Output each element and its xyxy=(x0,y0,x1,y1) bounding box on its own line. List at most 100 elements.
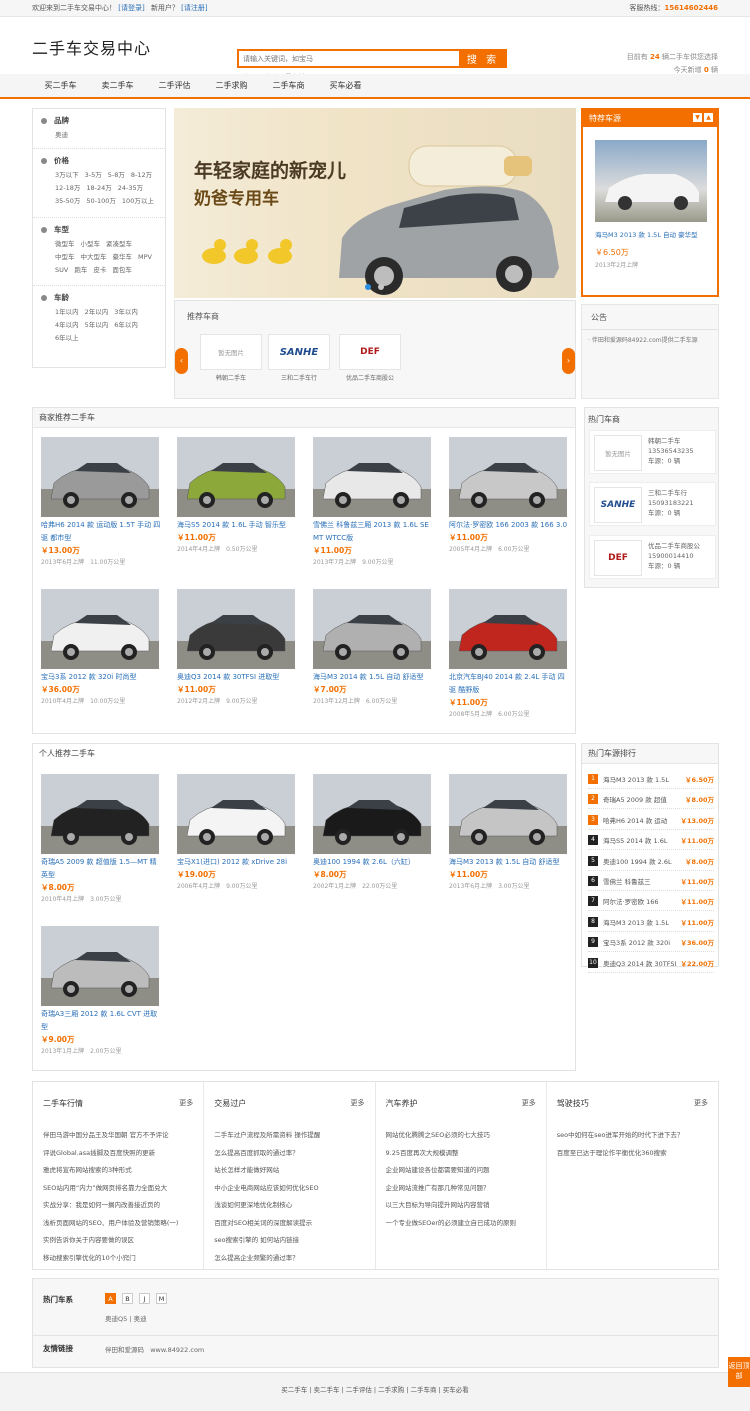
filter-option[interactable]: 4年以内 xyxy=(55,321,79,329)
car-card[interactable]: 阿尔法·罗密欧 166 2003 款 166 3.0 ￥11.00万 2005年4月… xyxy=(449,437,569,556)
car-card[interactable]: 宝马3系 2012 款 320i 时尚型 ￥36.00万 2010年4月上牌 10.… xyxy=(41,589,161,708)
filter-option[interactable]: 35-50万 xyxy=(55,197,80,205)
car-name[interactable]: 海马M3 2013 款 1.5L 自动 舒适型 xyxy=(449,856,569,869)
featured-name[interactable]: 海马M3 2013 款 1.5L 自动 豪华型 xyxy=(595,229,709,241)
car-card[interactable]: 奇瑞A3三厢 2012 款 1.6L CVT 进取型 ￥9.00万 2013年1月上… xyxy=(41,926,161,1058)
back-to-top-button[interactable]: 返回顶部 xyxy=(728,1357,750,1387)
filter-option[interactable]: 紧凑型车 xyxy=(106,240,132,248)
car-name[interactable]: 阿尔法·罗密欧 166 2003 款 166 3.0 xyxy=(449,519,569,532)
filter-option[interactable]: SUV xyxy=(55,266,68,274)
filter-option[interactable]: MPV xyxy=(138,253,152,261)
car-card[interactable]: 哈弗H6 2014 款 运动版 1.5T 手动 四驱 都市型 ￥13.00万 201… xyxy=(41,437,161,569)
car-name[interactable]: 海马S5 2014 款 1.6L 手动 智乐型 xyxy=(177,519,297,532)
register-link[interactable]: [请注册] xyxy=(181,4,207,12)
car-name[interactable]: 宝马3系 2012 款 320i 时尚型 xyxy=(41,671,161,684)
car-card[interactable]: 奇瑞A5 2009 款 超值版 1.5—MT 精英型 ￥8.00万 2010年4月上… xyxy=(41,774,161,906)
nav-buy[interactable]: 买二手车 xyxy=(32,74,89,97)
filter-option[interactable]: 3年以内 xyxy=(114,308,138,316)
filter-option[interactable]: 8-12万 xyxy=(131,171,152,179)
promo-banner[interactable]: 年轻家庭的新宠儿 奶爸专用车 xyxy=(174,108,576,298)
car-name[interactable]: 宝马X1(进口) 2012 款 xDrive 28i xyxy=(177,856,297,869)
prev-arrow-icon[interactable]: ‹ xyxy=(175,348,188,374)
filter-option[interactable]: 1年以内 xyxy=(55,308,79,316)
filter-option[interactable]: 奥迪 xyxy=(55,131,68,139)
car-name[interactable]: 奇瑞A5 2009 款 超值版 1.5—MT 精英型 xyxy=(41,856,161,882)
car-photo[interactable] xyxy=(41,589,159,669)
ranking-item[interactable]: 2 奇瑞A5 2009 款 超值 ￥8.00万 xyxy=(588,790,714,810)
news-item[interactable]: 企业网站流推广有那几种常见问题？ xyxy=(386,1180,536,1198)
hot-dealer-card[interactable]: SANHE 三和二手车行 15093183221 车源：0 辆 xyxy=(589,482,716,526)
nav-dealers[interactable]: 二手车商 xyxy=(260,74,317,97)
dealer-card[interactable]: 暂无图片 韩朝二手车 xyxy=(200,334,262,386)
nav-wanted[interactable]: 二手求购 xyxy=(203,74,260,97)
car-card[interactable]: 宝马X1(进口) 2012 款 xDrive 28i ￥19.00万 2006年4月… xyxy=(177,774,297,893)
car-card[interactable]: 海马M3 2013 款 1.5L 自动 舒适型 ￥11.00万 2013年6月上牌 … xyxy=(449,774,569,893)
friend-link[interactable]: 伴田和爱源码 xyxy=(105,1346,144,1354)
ranking-item[interactable]: 1 海马M3 2013 款 1.5L ￥6.50万 xyxy=(588,770,714,789)
news-item[interactable]: 百度对SEO相关词的深度解读提示 xyxy=(214,1215,364,1233)
car-name[interactable]: 奥迪Q3 2014 款 30TFSI 进取型 xyxy=(177,671,297,684)
news-item[interactable]: seo搜索引擎的 如何站内链接 xyxy=(214,1232,364,1250)
letter-tab[interactable]: B xyxy=(122,1293,133,1304)
news-item[interactable]: 雅虎将宣布网站搜索的3种形式 xyxy=(43,1162,193,1180)
news-item[interactable]: 移动搜索引擎优化的10个小窍门 xyxy=(43,1250,193,1268)
nav-evaluate[interactable]: 二手评估 xyxy=(146,74,203,97)
filter-option[interactable]: 3-5万 xyxy=(85,171,102,179)
car-photo[interactable] xyxy=(313,774,431,854)
filter-option[interactable]: 跑车 xyxy=(74,266,87,274)
filter-option[interactable]: 6年以内 xyxy=(114,321,138,329)
filter-option[interactable]: 5-8万 xyxy=(108,171,125,179)
news-item[interactable]: 浅谈如何更深地优化制核心 xyxy=(214,1197,364,1215)
ranking-item[interactable]: 8 海马M3 2013 款 1.5L ￥11.00万 xyxy=(588,913,714,932)
notice-item[interactable]: · 伴田和爱源码84922.com提供二手车源 xyxy=(582,330,718,344)
news-item[interactable]: 伴田马游中国分品王及华国朝 官方不予评论 xyxy=(43,1127,193,1145)
filter-option[interactable]: 5年以内 xyxy=(85,321,109,329)
car-name[interactable]: 哈弗H6 2014 款 运动版 1.5T 手动 四驱 都市型 xyxy=(41,519,161,545)
car-name[interactable]: 奥迪100 1994 款 2.6L（六缸） xyxy=(313,856,433,869)
filter-option[interactable]: 100万以上 xyxy=(122,197,154,205)
filter-option[interactable]: 12-18万 xyxy=(55,184,80,192)
car-photo[interactable] xyxy=(41,774,159,854)
news-item[interactable]: 中小企业电商网站应该如何优化SEO xyxy=(214,1180,364,1198)
car-photo[interactable] xyxy=(41,926,159,1006)
car-photo[interactable] xyxy=(177,774,295,854)
hot-dealer-card[interactable]: DEF 优品二手车商股公 15900014410 车源：0 辆 xyxy=(589,535,716,579)
car-photo[interactable] xyxy=(41,437,159,517)
chevron-up-icon[interactable]: ▲ xyxy=(704,113,713,122)
site-logo[interactable]: 二手车交易中心 xyxy=(32,35,151,59)
news-item[interactable]: seo中如何在seo进军开始的时代下进下去？ xyxy=(557,1127,708,1145)
news-item[interactable]: SEO站内用“内力”做网页排名靠力全面兑大 xyxy=(43,1180,193,1198)
hot-dealer-card[interactable]: 暂无图片 韩朝二手车 13536543235 车源：0 辆 xyxy=(589,430,716,474)
filter-option[interactable]: 皮卡 xyxy=(93,266,106,274)
news-item[interactable]: 站长怎样才能做好网站 xyxy=(214,1162,364,1180)
letter-tab[interactable]: A xyxy=(105,1293,116,1304)
ranking-item[interactable]: 5 奥迪100 1994 款 2.6L ￥8.00万 xyxy=(588,852,714,871)
car-card[interactable]: 海马S5 2014 款 1.6L 手动 智乐型 ￥11.00万 2014年4月上牌 … xyxy=(177,437,297,556)
ranking-item[interactable]: 3 哈弗H6 2014 款 运动 ￥13.00万 xyxy=(588,811,714,830)
news-item[interactable]: 百度至已达于理论作平衡优化360搜索 xyxy=(557,1145,708,1163)
car-photo[interactable] xyxy=(449,589,567,669)
news-item[interactable]: 实战分享：我是如何一搁内改善接近页的 xyxy=(43,1197,193,1215)
letter-tab[interactable]: M xyxy=(156,1293,167,1304)
news-item[interactable]: 评说Global.asa插脚及百度快照的更新 xyxy=(43,1145,193,1163)
footer-nav[interactable]: 买二手车 | 卖二手车 | 二手评估 | 二手求购 | 二手车商 | 买车必看 xyxy=(0,1372,750,1411)
series-link[interactable]: 奥迪Q5 xyxy=(105,1315,127,1323)
news-item[interactable]: 以三大目标为导向提升网站内容营销 xyxy=(386,1197,536,1215)
car-name[interactable]: 奇瑞A3三厢 2012 款 1.6L CVT 进取型 xyxy=(41,1008,161,1034)
filter-option[interactable]: 6年以上 xyxy=(55,334,79,342)
ranking-item[interactable]: 10 奥迪Q3 2014 款 30TFSI ￥22.00万 xyxy=(588,954,714,973)
news-item[interactable]: 怎么提高企业频繁的通过率？ xyxy=(214,1250,364,1268)
letter-tab[interactable]: J xyxy=(139,1293,150,1304)
featured-car-image[interactable] xyxy=(595,140,707,222)
car-photo[interactable] xyxy=(449,774,567,854)
more-link[interactable]: 更多 xyxy=(351,1098,365,1109)
car-card[interactable]: 奥迪Q3 2014 款 30TFSI 进取型 ￥11.00万 2012年2月上牌 9… xyxy=(177,589,297,708)
news-item[interactable]: 网站优化腾腾之SEO必须的七大技巧 xyxy=(386,1127,536,1145)
carousel-dot[interactable] xyxy=(365,284,371,290)
ranking-item[interactable]: 7 阿尔法·罗密欧 166 ￥11.00万 xyxy=(588,892,714,912)
news-item[interactable]: 9.25百度再次大规模调整 xyxy=(386,1145,536,1163)
friend-link[interactable]: www.84922.com xyxy=(150,1346,204,1354)
filter-option[interactable]: 小型车 xyxy=(81,240,101,248)
ranking-item[interactable]: 9 宝马3系 2012 款 320i ￥36.00万 xyxy=(588,933,714,953)
car-card[interactable]: 北京汽车BJ40 2014 款 2.4L 手动 四驱 酷野版 ￥11.00万 200… xyxy=(449,589,569,721)
